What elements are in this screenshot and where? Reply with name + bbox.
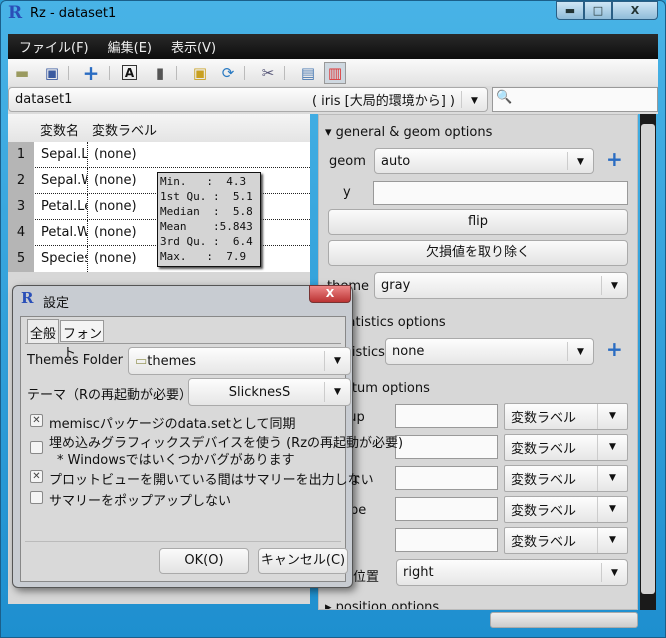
column-header-name[interactable]: 変数名 xyxy=(36,114,88,142)
dialog-body: 全般 フォント Themes Folder ▭ themes ▼ テーマ（Rの再起動… xyxy=(20,316,403,582)
settings-dialog: R 設定 X 全般 フォント Themes Folder ▭ themes ▼ テー… xyxy=(12,285,403,588)
menu-bar: ファイル(F) 編集(E) 表示(V) xyxy=(8,34,658,59)
themes-folder-select[interactable]: ▭ themes ▼ xyxy=(128,347,351,375)
datum-input[interactable] xyxy=(395,466,498,490)
menu-edit[interactable]: 編集(E) xyxy=(97,34,160,56)
text-label-icon[interactable]: A xyxy=(122,65,137,80)
datum-input[interactable] xyxy=(395,528,498,552)
chevron-down-icon: ▼ xyxy=(597,528,627,553)
add-stat-icon[interactable]: + xyxy=(606,337,623,361)
geom-label: geom xyxy=(329,154,366,169)
add-icon[interactable]: + xyxy=(81,63,101,83)
refresh-icon[interactable]: ⟳ xyxy=(218,63,238,83)
chevron-down-icon: ▼ xyxy=(597,404,627,429)
dataset-name: dataset1 xyxy=(15,92,73,107)
horizontal-scrollbar[interactable] xyxy=(490,612,638,628)
chevron-down-icon: ▼ xyxy=(567,342,593,361)
general-header[interactable]: ▾ general & geom options xyxy=(325,125,492,140)
ok-button[interactable]: OK(O) xyxy=(159,548,249,574)
remove-na-button[interactable]: 欠損値を取り除く xyxy=(328,240,628,266)
dialog-title: 設定 xyxy=(43,296,70,311)
add-geom-icon[interactable]: + xyxy=(606,147,623,171)
datum-select[interactable]: 変数ラベル ▼ xyxy=(504,434,628,461)
tools-icon[interactable]: ✂ xyxy=(258,63,278,83)
chevron-down-icon: ▼ xyxy=(324,382,350,402)
dialog-close-button[interactable]: X xyxy=(309,285,351,303)
chevron-down-icon: ▼ xyxy=(597,466,627,491)
search-input[interactable]: 🔍 xyxy=(492,87,658,112)
search-icon: 🔍 xyxy=(496,90,513,105)
chevron-down-icon: ▼ xyxy=(597,497,627,522)
r-logo-icon: R xyxy=(21,289,34,307)
position-header[interactable]: ▸ position options xyxy=(325,600,439,609)
chevron-down-icon: ▼ xyxy=(601,276,627,295)
legend-position-select[interactable]: right ▼ xyxy=(396,559,628,586)
folder-icon: ▭ xyxy=(135,353,148,369)
chevron-down-icon: ▼ xyxy=(324,351,350,371)
vertical-scrollbar[interactable] xyxy=(640,114,656,610)
theme-select[interactable]: gray ▼ xyxy=(374,272,628,299)
trash-icon[interactable]: ▮ xyxy=(150,63,170,83)
r-logo-icon: R xyxy=(8,3,23,23)
close-button[interactable]: X xyxy=(612,1,658,20)
embedded-graphics-checkbox[interactable] xyxy=(30,441,43,454)
stat-select[interactable]: none ▼ xyxy=(385,338,594,365)
menu-file[interactable]: ファイル(F) xyxy=(8,34,97,56)
dataset-row: dataset1 ( iris [大局的環境から] ) ▼ 🔍 xyxy=(8,86,658,114)
window-title: Rz - dataset1 xyxy=(30,6,117,21)
chart-view-icon[interactable]: ▥ xyxy=(324,62,346,84)
themes-folder-label: Themes Folder xyxy=(27,353,123,368)
column-header-label[interactable]: 変数ラベル xyxy=(88,114,310,142)
y-label: y xyxy=(343,185,351,200)
summary-tooltip: Min. : 4.3 1st Qu. : 5.1 Median : 5.8 Me… xyxy=(157,172,261,267)
geom-select[interactable]: auto ▼ xyxy=(374,148,594,174)
no-summary-plot-checkbox[interactable]: ✕ xyxy=(30,470,43,483)
theme-label: テーマ（Rの再起動が必要） xyxy=(27,388,193,403)
chevron-down-icon: ▼ xyxy=(461,91,487,108)
datum-select[interactable]: 変数ラベル ▼ xyxy=(504,496,628,523)
table-view-icon[interactable]: ▤ xyxy=(298,63,318,83)
no-popup-summary-checkbox[interactable] xyxy=(30,491,43,504)
datum-input[interactable] xyxy=(395,435,498,459)
cancel-button[interactable]: キャンセル(C) xyxy=(258,548,348,574)
datum-select[interactable]: 変数ラベル ▼ xyxy=(504,465,628,492)
theme-select[interactable]: SlicknesS ▼ xyxy=(188,378,351,406)
datum-input[interactable] xyxy=(395,404,498,428)
import-icon[interactable]: ▣ xyxy=(190,63,210,83)
tab-font[interactable]: フォント xyxy=(60,320,104,361)
toolbar: ▬ ▣ + A ▮ ▣ ⟳ ✂ ▤ ▥ xyxy=(8,59,658,86)
dataset-source: ( iris [大局的環境から] ) xyxy=(311,94,455,109)
table-row[interactable]: 1Sepal.Length(none) xyxy=(8,142,310,168)
open-folder-icon[interactable]: ▬ xyxy=(12,63,32,83)
plot-options-panel: ▾ general & geom options geom auto ▼ + y … xyxy=(318,114,638,610)
dataset-select[interactable]: dataset1 ( iris [大局的環境から] ) ▼ xyxy=(8,87,488,112)
chevron-down-icon: ▼ xyxy=(597,435,627,460)
datum-input[interactable] xyxy=(395,497,498,521)
minimize-button[interactable]: ▬ xyxy=(556,1,584,20)
save-icon[interactable]: ▣ xyxy=(42,63,62,83)
chevron-down-icon: ▼ xyxy=(567,152,593,170)
flip-button[interactable]: flip xyxy=(328,209,628,235)
tab-general[interactable]: 全般 xyxy=(27,319,59,343)
chevron-down-icon: ▼ xyxy=(601,563,627,582)
y-input[interactable] xyxy=(373,181,628,205)
menu-view[interactable]: 表示(V) xyxy=(160,34,224,56)
datum-select[interactable]: 変数ラベル ▼ xyxy=(504,527,628,554)
sync-memisc-checkbox[interactable]: ✕ xyxy=(30,414,43,427)
maximize-button[interactable]: □ xyxy=(584,1,612,20)
datum-select[interactable]: 変数ラベル ▼ xyxy=(504,403,628,430)
